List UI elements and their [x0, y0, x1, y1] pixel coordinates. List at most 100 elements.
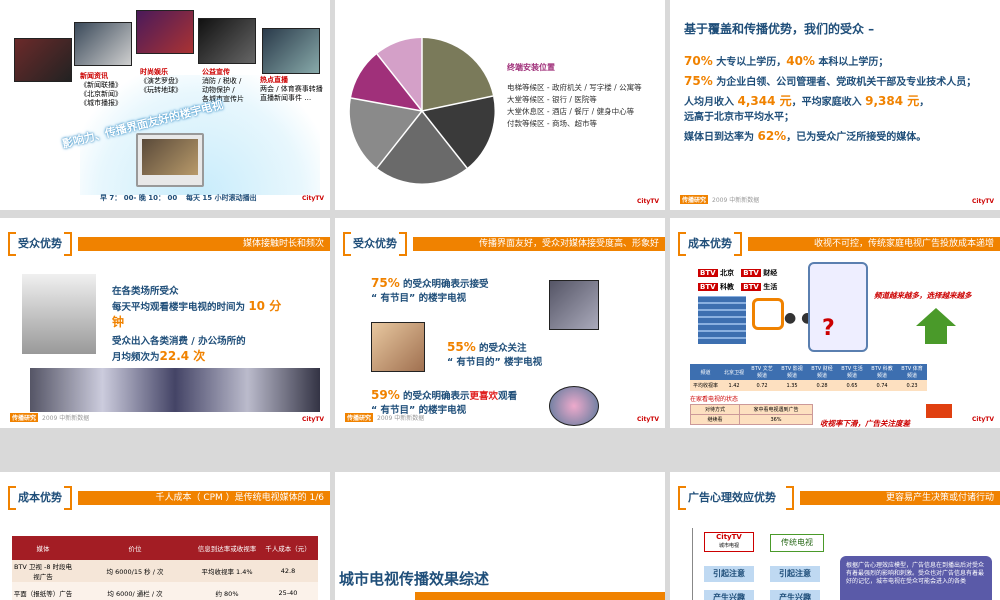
cat-title: 热点直播 — [260, 76, 288, 84]
photo-audience-2 — [549, 386, 599, 426]
stat-value: 40% — [786, 54, 815, 68]
ratings-table: 频道 北京卫视 BTV 文艺频道 BTV 影视频道 BTV 财经频道 BTV 生活频道 BT… — [690, 364, 928, 391]
stat-value: 钟 — [112, 315, 125, 329]
table-cell: 42.8 — [280, 567, 296, 575]
stat-text: ， — [919, 97, 930, 108]
channel-icon — [752, 298, 784, 330]
step-attention-2: 引起注意 — [770, 566, 820, 582]
down-arrow — [926, 404, 952, 418]
stat-value: 9,384 元 — [865, 94, 920, 108]
stat-value: 4,344 元 — [737, 94, 792, 108]
locations-heading: 终端安装位置 — [507, 63, 555, 72]
table-cell: 0.28 — [816, 382, 828, 389]
photo-hands-frame — [371, 322, 425, 372]
stat-text: 大专以上学历， — [712, 57, 787, 68]
cat-line: 《新闻联播》 — [80, 81, 122, 89]
table-cell: 25-40 — [278, 589, 298, 597]
table-row: 平面（报纸等）广告 均 6000/ 通栏 / 次 约 80% 25-40 — [12, 582, 318, 600]
table-header: BTV 文艺频道 — [751, 366, 773, 379]
channel-logos: BTV 北京 BTV 财经 BTV 科教 BTV 生活 — [698, 269, 778, 291]
slide-audience-acceptance[interactable]: 受众优势 传播界面友好，受众对媒体接受度高、形象好 75% 的受众明确表示接受 … — [335, 218, 665, 428]
stat-text: 的受众明确表示接受 — [399, 279, 489, 290]
question-mark: ? — [822, 316, 835, 341]
slide-footer: 传播研究 2009 中新新数据 — [10, 413, 89, 422]
cat-line: 《城市播报》 — [80, 99, 122, 107]
section-label: 成本优势 — [18, 491, 62, 504]
stat-text: ，平均家庭收入 — [791, 97, 866, 108]
exposure-text: 在各类场所受众 每天平均观看楼宇电视的时间为 10 分 钟 受众出入各类消费 /… — [112, 284, 322, 365]
less-attention: 收视率下滑，广告关注度差 — [820, 419, 910, 428]
step-interest-2: 产生兴趣 — [770, 590, 820, 600]
stat-text: 的受众明确表示 — [399, 391, 470, 402]
slide-cost-traditional[interactable]: 成本优势 收视不可控，传统家庭电视广告投放成本递增 BTV 北京 BTV 财经 … — [670, 218, 1000, 428]
table-cell: 均 6000/ 通栏 / 次 — [107, 590, 163, 598]
footer-brand: 传播研究 — [10, 413, 39, 422]
slide-header: 广告心理效应优势 更容易产生决策或付诸行动 — [678, 486, 1000, 510]
remote-box — [808, 262, 868, 352]
slide-program-content[interactable]: 新闻资讯 《新闻联播》 《北京新闻》 《城市播报》 时尚娱乐 《演艺罗盘》 《玩… — [0, 0, 330, 210]
slide-header: 成本优势 收视不可控，传统家庭电视广告投放成本递增 — [678, 232, 1000, 256]
location-item: 大堂休息区 - 酒店 / 餐厅 / 健身中心等 — [507, 107, 635, 116]
pie-photo-collage — [349, 38, 495, 184]
cat-title: 新闻资讯 — [80, 72, 108, 80]
stat-text: “ 有节目” 的楼宇电视 — [371, 293, 467, 304]
table-cell: 平均收视率 1.4% — [201, 568, 253, 576]
table-cell: 继续看 — [690, 414, 740, 425]
axis-line — [692, 528, 693, 600]
location-item: 大堂等候区 - 银行 / 医院等 — [507, 95, 597, 104]
section-bar: 传播界面友好，受众对媒体接受度高、形象好 — [413, 237, 665, 251]
stat-text: ，已为受众广泛所接受的媒体。 — [786, 132, 927, 143]
tv-monitor — [136, 133, 204, 187]
stat-text: 受众出入各类消费 / 办公场所的 — [112, 336, 246, 347]
stat-value: 62% — [757, 129, 787, 143]
slide-section-title[interactable]: 城市电视传播效果综述 — [335, 472, 665, 600]
cctv-grid — [698, 296, 746, 344]
slide-ad-psychology[interactable]: 广告心理效应优势 更容易产生决策或付诸行动 CityTV 城市电视 传统电视 引… — [670, 472, 1000, 600]
photo-news — [14, 38, 72, 82]
stat-text: 媒体日到达率为 — [684, 132, 758, 143]
photo-elephant — [198, 18, 256, 64]
slide-terminal-locations[interactable]: 终端安装位置 电梯等候区 - 政府机关 / 写字楼 / 公寓等 大堂等候区 - … — [335, 0, 665, 210]
table-cell: 0.65 — [846, 382, 858, 389]
slide-cost-cpm[interactable]: 成本优势 千人成本（ CPM ）是传统电视媒体的 1/6 媒体 价位 信息到达率… — [0, 472, 330, 600]
table-cell: 平均收视率 — [693, 383, 719, 389]
locations-list: 电梯等候区 - 政府机关 / 写字楼 / 公寓等 大堂等候区 - 银行 / 医院… — [507, 82, 642, 130]
table-header: BTV 科教频道 — [871, 366, 893, 379]
stat-text: 观看 — [498, 391, 518, 402]
table-header: 信息到达率或收视率 — [197, 545, 257, 553]
audience-title: 基于覆盖和传播优势，我们的受众 – — [684, 22, 875, 36]
cat-line: 两会 / 体育赛事转播 — [260, 85, 323, 93]
cat-title: 时尚娱乐 — [140, 68, 168, 76]
section-bar: 千人成本（ CPM ）是传统电视媒体的 1/6 — [78, 491, 330, 505]
location-item: 付款等候区 - 商场、超市等 — [507, 119, 597, 128]
photo-crowd-blur — [30, 368, 320, 412]
table-row: 对待方式 家中看电视遇到广告 — [690, 404, 813, 415]
location-item: 电梯等候区 - 政府机关 / 写字楼 / 公寓等 — [507, 83, 642, 92]
cpm-table: 媒体 价位 信息到达率或收视率 千人成本（元） BTV 卫视 -8 时段电视广告… — [12, 536, 318, 600]
stat-text: 人均月收入 — [684, 97, 738, 108]
stat-value: 75% — [684, 74, 713, 88]
table-cell: 平面（报纸等）广告 — [13, 590, 73, 598]
table-row: 频道 北京卫视 BTV 文艺频道 BTV 影视频道 BTV 财经频道 BTV 生活频道 BT… — [690, 364, 928, 380]
brand-logo: CityTV — [972, 198, 994, 205]
psych-note: 根据广告心理效应模型，广告信息在到播出后对受众有着最强烈的影响和刺激。受众也对广… — [840, 556, 992, 600]
table-row: BTV 卫视 -8 时段电视广告 均 6000/15 秒 / 次 平均收视率 1.4… — [12, 560, 318, 582]
section-bar: 媒体接触时长和频次 — [78, 237, 330, 251]
cat-line: 《北京新闻》 — [80, 90, 122, 98]
slide-footer: 传播研究 2009 中新新数据 — [680, 195, 759, 204]
table-header: 频道 — [700, 369, 711, 376]
slide-audience-exposure[interactable]: 受众优势 媒体接触时长和频次 在各类场所受众 每天平均观看楼宇电视的时间为 10… — [0, 218, 330, 428]
table-cell: 0.23 — [906, 382, 918, 389]
citytv-logo: CityTV 城市电视 — [704, 532, 754, 552]
section-title-bar — [415, 592, 665, 600]
section-label: 受众优势 — [18, 237, 62, 250]
logo-text: CityTV — [716, 533, 742, 541]
table-row: 媒体 价位 信息到达率或收视率 千人成本（元） — [12, 536, 318, 560]
slide-footer: 传播研究 2009 中新新数据 — [345, 413, 424, 422]
brand-logo: CityTV — [972, 416, 994, 423]
table-cell: 0.72 — [756, 382, 768, 389]
cat-fashion: 时尚娱乐 《演艺罗盘》 《玩转地球》 — [140, 68, 182, 95]
slide-audience-profile[interactable]: 基于覆盖和传播优势，我们的受众 – 70% 大专以上学历，40% 本科以上学历；… — [670, 0, 1000, 210]
up-arrow-stem — [925, 326, 947, 344]
stat-value: 75% — [371, 276, 400, 290]
